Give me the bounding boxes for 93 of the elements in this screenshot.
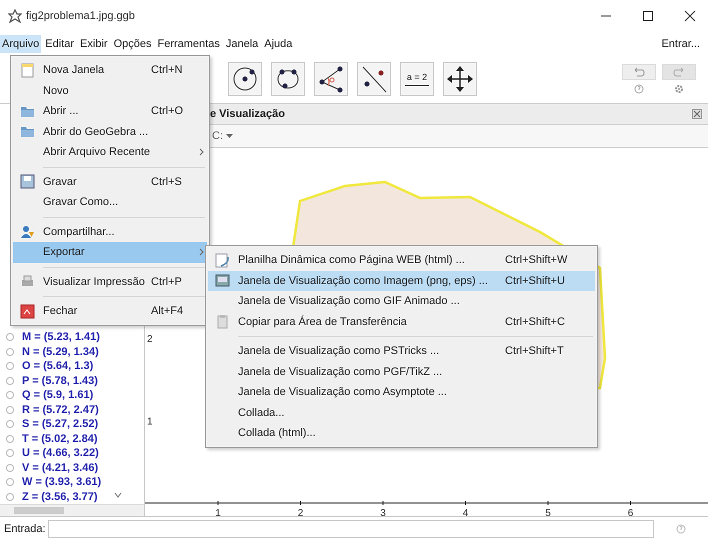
menu-item[interactable]: Abrir do GeoGebra ... [13,122,207,142]
axis-label: 1 [215,508,221,516]
point-definition: V = (4.21, 3.46) [22,462,98,474]
point-definition: M = (5.23, 1.41) [22,331,100,344]
axis-label: 4 [462,508,468,516]
redo-icon [673,67,685,77]
point-definition: O = (5.64, 1.3) [22,360,94,372]
visibility-toggle[interactable] [6,478,14,486]
menu-item[interactable]: Arquivo [0,34,42,52]
menu-item[interactable]: Planilha Dinâmica como Página WEB (html) ... Ctrl+Shift+W [208,250,595,270]
axis-label: 3 [380,508,386,516]
menu-item[interactable]: Exibir [78,34,110,52]
menu-item[interactable]: Collada... [208,402,595,423]
page-icon [20,62,34,78]
close-view-icon[interactable] [692,109,702,119]
move-tool-icon [445,64,475,94]
visibility-toggle[interactable] [6,362,14,370]
point-definition: Z = (3.56, 3.77) [22,490,98,503]
menu-item[interactable]: Janela de Visualização como GIF Animado ... [208,291,595,312]
menu-item[interactable]: Janela [224,34,260,52]
scroll-down-icon[interactable] [114,492,122,498]
tool-button[interactable] [271,62,305,96]
menu-item[interactable]: Gravar Como... [13,192,207,212]
axis-label: 6 [628,508,634,516]
point-definition: T = (5.02, 2.84) [22,432,98,445]
app-logo-icon [8,9,22,23]
share-icon [20,224,34,240]
point-definition: U = (4.66, 3.22) [22,447,99,460]
web-page-icon [214,252,230,268]
visibility-toggle[interactable] [6,391,14,400]
visibility-toggle[interactable] [6,492,14,501]
clipboard-icon [214,314,230,330]
visibility-toggle[interactable] [6,376,14,385]
tool-button[interactable] [314,62,348,96]
axis-label: 2 [147,334,153,345]
menu-item[interactable]: Abrir ... Ctrl+O [13,101,207,122]
help-icon[interactable] [676,524,686,534]
axis-label: 5 [545,508,551,516]
visibility-toggle[interactable] [6,434,14,443]
visibility-toggle[interactable] [6,406,14,414]
folder-icon [20,124,34,140]
point-definition: P = (5.78, 1.43) [22,374,98,387]
menu-item[interactable]: Opções [112,34,154,52]
menu-item[interactable]: Gravar Ctrl+S [13,172,207,192]
menu-item[interactable]: Fechar Alt+F4 [13,301,207,322]
visibility-toggle[interactable] [6,420,14,428]
menu-item[interactable]: Janela de Visualização como Imagem (png, eps) ... Ctrl+Shift+U [208,270,595,291]
menu-item[interactable]: Ajuda [262,34,294,52]
style-dropdown[interactable]: C: [210,129,235,143]
settings-icon[interactable] [674,84,684,94]
visibility-toggle[interactable] [6,333,14,342]
tool-button[interactable] [357,62,391,96]
undo-button[interactable] [622,64,656,80]
horizontal-scrollbar[interactable] [0,504,144,516]
menu-item[interactable]: Nova Janela Ctrl+N [13,60,207,80]
point-definition: W = (3.93, 3.61) [22,476,102,488]
maximize-icon[interactable] [642,10,654,22]
tool-button[interactable] [228,62,262,96]
menu-item[interactable]: Copiar para Área de Transferência Ctrl+Shift+C [208,312,595,332]
menu-item[interactable]: Exportar [13,242,207,262]
visibility-toggle[interactable] [6,449,14,458]
menu-item[interactable]: Abrir Arquivo Recente [13,142,207,162]
window-title: fig2problema1.jpg.ggb [26,10,135,22]
menu-item[interactable]: Editar [43,34,76,52]
menu-item[interactable]: Janela de Visualização como PGF/TikZ ... [208,362,595,382]
point-definition: S = (5.27, 2.52) [22,418,98,430]
menu-item[interactable]: Janela de Visualização como Asymptote ... [208,382,595,402]
point-definition: Q = (5.9, 1.61) [22,389,94,402]
menu-item[interactable]: Ferramentas [155,34,222,52]
exit-icon [20,304,34,319]
close-icon[interactable] [684,10,696,22]
image-icon [214,273,230,288]
view-title: e Visualização [210,108,286,120]
menu-item[interactable]: Compartilhar... [13,222,207,242]
visibility-toggle[interactable] [6,464,14,472]
tool-button[interactable] [443,62,477,96]
menu-item[interactable]: Janela de Visualização como PSTricks ... Ctrl+Shift+T [208,341,595,362]
help-icon[interactable] [634,84,644,94]
visibility-toggle[interactable] [6,348,14,356]
redo-button[interactable] [662,64,696,80]
tool-button[interactable]: a = 2 [400,62,434,96]
point-definition: R = (5.72, 2.47) [22,404,99,416]
login-link[interactable]: Entrar... [661,38,700,50]
axis-label: 2 [298,508,304,516]
caret-icon [226,134,233,138]
undo-icon [633,67,645,77]
menu-item[interactable]: Collada (html)... [208,423,595,444]
point-definition: N = (5.29, 1.34) [22,346,99,358]
axis-label: 1 [147,416,153,428]
input-field[interactable] [48,520,654,538]
menu-item[interactable]: Novo [13,80,207,101]
input-label: Entrada: [4,522,46,534]
menu-item[interactable]: Visualizar Impressão Ctrl+P [13,272,207,292]
